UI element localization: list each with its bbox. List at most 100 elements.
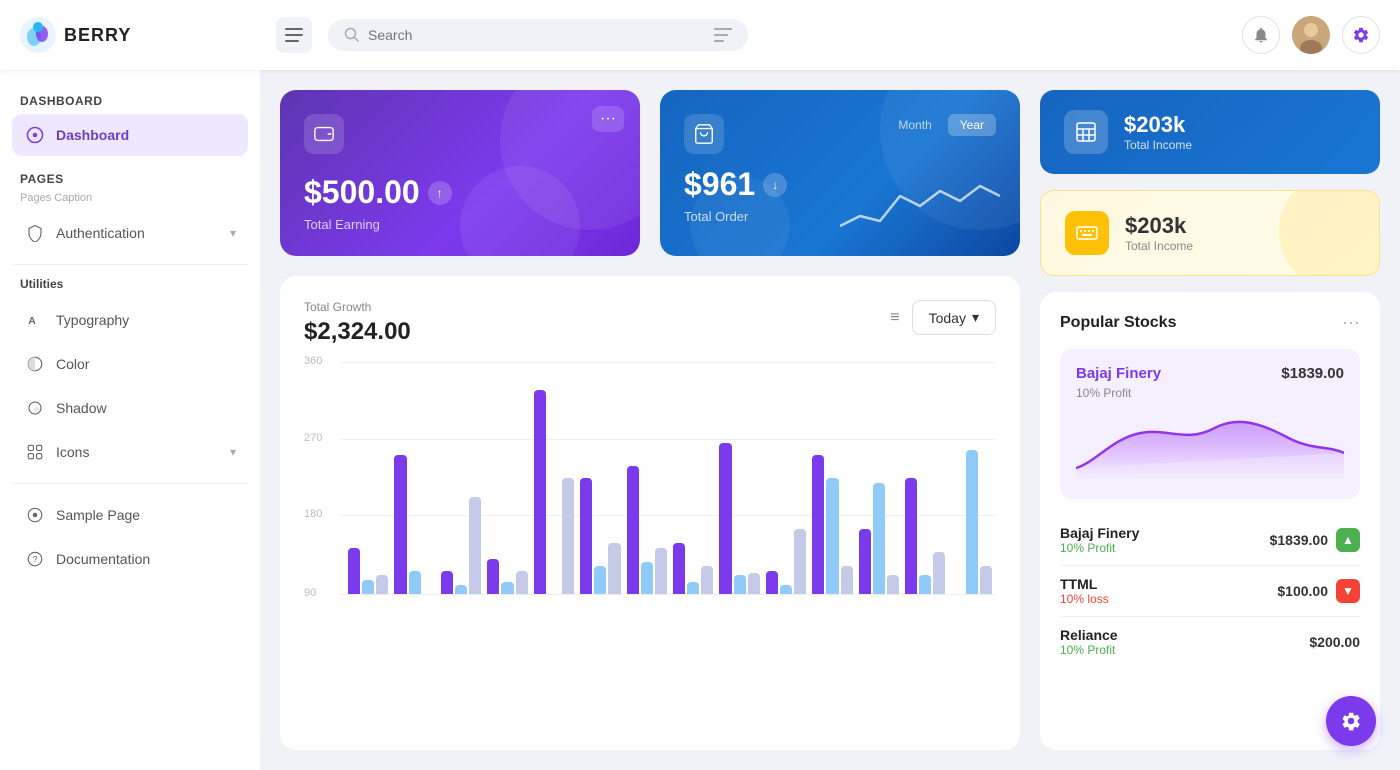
bar-lavender	[376, 575, 388, 594]
bar-lavender	[794, 529, 806, 594]
dashboard-icon	[24, 124, 46, 146]
bar-group-13	[905, 362, 945, 594]
sidebar-item-sample-page[interactable]: Sample Page	[12, 494, 248, 536]
today-button[interactable]: Today ▾	[912, 300, 996, 335]
bar-lightblue	[641, 562, 653, 594]
stock-list-item-3: Reliance 10% Profit $200.00	[1060, 617, 1360, 667]
featured-stock-card: Bajaj Finery $1839.00 10% Profit	[1060, 349, 1360, 499]
sidebar-item-color[interactable]: Color	[12, 343, 248, 385]
chevron-down-icon: ▾	[972, 309, 979, 326]
income-blue-text: $203k Total Income	[1124, 112, 1192, 152]
authentication-icon	[24, 222, 46, 244]
bar-lightblue	[455, 585, 467, 594]
sidebar-item-documentation[interactable]: ? Documentation	[12, 538, 248, 580]
bar-lavender	[562, 478, 574, 594]
chart-header: Total Growth $2,324.00 ≡ Today ▾	[304, 300, 996, 346]
bar-purple	[580, 478, 592, 594]
bar-lavender	[655, 548, 667, 594]
settings-icon	[1352, 26, 1370, 44]
up-arrow-icon: ↑	[428, 181, 452, 205]
stock-price-ttml: $100.00	[1277, 583, 1328, 599]
settings-button[interactable]	[1342, 16, 1380, 54]
auth-arrow-icon: ▾	[230, 226, 236, 240]
bar-group-1	[348, 362, 388, 594]
chart-title: Total Growth	[304, 300, 411, 314]
bar-group-12	[859, 362, 899, 594]
income-blue-label: Total Income	[1124, 138, 1192, 152]
search-input[interactable]	[368, 27, 706, 43]
bar-group-2	[394, 362, 434, 594]
color-icon	[24, 353, 46, 375]
bar-group-14	[951, 362, 991, 594]
sidebar: Dashboard Dashboard Pages Pages Caption …	[0, 70, 260, 770]
user-avatar-icon	[1292, 16, 1330, 54]
stock-list-item-2: TTML 10% loss $100.00 ▼	[1060, 566, 1360, 617]
search-bar	[328, 19, 748, 51]
fab-settings-icon	[1340, 710, 1362, 732]
menu-button[interactable]	[276, 17, 312, 53]
dashboard-section-title: Dashboard	[20, 94, 240, 108]
bar-purple	[534, 390, 546, 594]
income-blue-icon	[1064, 110, 1108, 154]
bar-purple	[905, 478, 917, 594]
icons-label: Icons	[56, 444, 89, 460]
sidebar-item-typography[interactable]: A Typography	[12, 299, 248, 341]
stock-name-ttml: TTML	[1060, 576, 1109, 592]
sidebar-divider	[12, 264, 248, 265]
bar-group-9	[719, 362, 759, 594]
bar-lightblue	[873, 483, 885, 594]
notification-button[interactable]	[1242, 16, 1280, 54]
content-left: ··· $500.00 ↑ Total Earning	[280, 90, 1020, 750]
order-sparkline	[840, 176, 1000, 236]
sidebar-item-dashboard[interactable]: Dashboard	[12, 114, 248, 156]
stocks-more-button[interactable]: ···	[1342, 312, 1360, 333]
sidebar-item-shadow[interactable]: Shadow	[12, 387, 248, 429]
wallet-icon	[313, 123, 335, 145]
bar-lightblue	[501, 582, 513, 594]
pages-caption: Pages Caption	[20, 192, 240, 204]
sidebar-item-icons[interactable]: Icons ▾	[12, 431, 248, 473]
card-income-blue: $203k Total Income	[1040, 90, 1380, 174]
dashboard-label: Dashboard	[56, 127, 129, 143]
bar-purple	[627, 466, 639, 594]
income-yellow-amount: $203k	[1125, 213, 1193, 239]
income-blue-amount: $203k	[1124, 112, 1192, 138]
bar-lavender	[516, 571, 528, 594]
keyboard-icon	[1075, 221, 1099, 245]
stocks-section: Popular Stocks ··· Bajaj Finery $1839.00…	[1040, 292, 1380, 750]
search-icon	[344, 27, 360, 43]
card-income-yellow: $203k Total Income	[1040, 190, 1380, 276]
featured-stock-top: Bajaj Finery $1839.00	[1076, 365, 1344, 382]
filter-icon	[714, 28, 732, 42]
bar-purple	[859, 529, 871, 594]
bar-lavender	[748, 573, 760, 594]
cards-row: ··· $500.00 ↑ Total Earning	[280, 90, 1020, 256]
fab-button[interactable]	[1326, 696, 1376, 746]
bar-purple	[348, 548, 360, 594]
stock-profit-reliance: 10% Profit	[1060, 643, 1118, 657]
icons-icon	[24, 441, 46, 463]
bar-lightblue	[966, 450, 978, 594]
bar-group-6	[580, 362, 620, 594]
earning-more-button[interactable]: ···	[592, 106, 624, 132]
stock-profit-bajaj: 10% Profit	[1060, 541, 1139, 555]
shadow-label: Shadow	[56, 400, 107, 416]
bar-lightblue	[687, 582, 699, 594]
stock-name-bajaj: Bajaj Finery	[1060, 525, 1139, 541]
sample-page-label: Sample Page	[56, 507, 140, 523]
hamburger-icon	[285, 28, 303, 42]
bar-group-3	[441, 362, 481, 594]
card-earning: ··· $500.00 ↑ Total Earning	[280, 90, 640, 256]
income-yellow-label: Total Income	[1125, 239, 1193, 253]
featured-stock-sparkline	[1076, 408, 1344, 478]
chart-menu-icon[interactable]: ≡	[890, 309, 899, 327]
color-label: Color	[56, 356, 89, 372]
yellow-bg-decoration	[1279, 190, 1380, 276]
stocks-header: Popular Stocks ···	[1060, 312, 1360, 333]
avatar[interactable]	[1292, 16, 1330, 54]
bar-group-8	[673, 362, 713, 594]
bar-purple	[487, 559, 499, 594]
bars-area	[344, 362, 996, 594]
shadow-icon	[24, 397, 46, 419]
sidebar-item-authentication[interactable]: Authentication ▾	[12, 212, 248, 254]
